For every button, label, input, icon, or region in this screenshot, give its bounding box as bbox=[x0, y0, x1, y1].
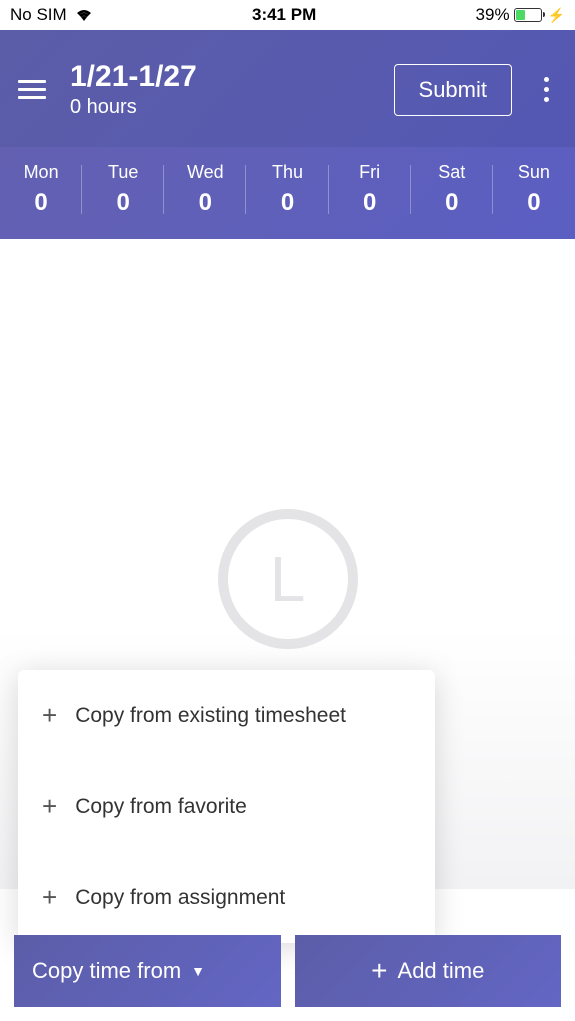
chevron-down-icon: ▼ bbox=[191, 963, 205, 979]
day-name: Sun bbox=[493, 162, 575, 183]
popup-item-label: Copy from assignment bbox=[75, 886, 285, 910]
popup-item-label: Copy from existing timesheet bbox=[75, 704, 346, 728]
menu-button[interactable] bbox=[18, 80, 46, 99]
copy-from-existing[interactable]: + Copy from existing timesheet bbox=[18, 670, 435, 761]
status-bar: No SIM 3:41 PM 39% ⚡ bbox=[0, 0, 575, 30]
plus-icon: + bbox=[371, 955, 387, 987]
plus-icon: + bbox=[42, 700, 57, 731]
day-name: Tue bbox=[82, 162, 164, 183]
plus-icon: + bbox=[42, 882, 57, 913]
copy-time-label: Copy time from bbox=[32, 958, 181, 984]
day-name: Mon bbox=[0, 162, 82, 183]
status-time: 3:41 PM bbox=[252, 5, 316, 25]
add-time-button[interactable]: + Add time bbox=[295, 935, 562, 1007]
battery-icon bbox=[514, 8, 542, 22]
day-wed[interactable]: Wed 0 bbox=[164, 162, 246, 217]
status-right: 39% ⚡ bbox=[476, 5, 565, 25]
add-time-label: Add time bbox=[398, 958, 485, 984]
empty-icon-letter: L bbox=[270, 542, 306, 616]
battery-percentage: 39% bbox=[476, 5, 510, 25]
total-hours: 0 hours bbox=[70, 96, 370, 119]
day-mon[interactable]: Mon 0 bbox=[0, 162, 82, 217]
days-bar: Mon 0 Tue 0 Wed 0 Thu 0 Fri 0 Sat 0 Sun … bbox=[0, 147, 575, 239]
day-name: Sat bbox=[411, 162, 493, 183]
day-sun[interactable]: Sun 0 bbox=[493, 162, 575, 217]
day-value: 0 bbox=[411, 189, 493, 217]
header-title-wrap: 1/21-1/27 0 hours bbox=[70, 60, 370, 119]
popup-item-label: Copy from favorite bbox=[75, 795, 247, 819]
day-value: 0 bbox=[329, 189, 411, 217]
day-value: 0 bbox=[82, 189, 164, 217]
status-left: No SIM bbox=[10, 5, 93, 25]
plus-icon: + bbox=[42, 791, 57, 822]
charging-icon: ⚡ bbox=[548, 7, 565, 24]
sim-status: No SIM bbox=[10, 5, 67, 25]
day-value: 0 bbox=[246, 189, 328, 217]
day-name: Thu bbox=[246, 162, 328, 183]
day-sat[interactable]: Sat 0 bbox=[411, 162, 493, 217]
date-range-title: 1/21-1/27 bbox=[70, 60, 370, 94]
day-thu[interactable]: Thu 0 bbox=[246, 162, 328, 217]
bottom-bar: Copy time from ▼ + Add time bbox=[0, 935, 575, 1021]
day-value: 0 bbox=[493, 189, 575, 217]
copy-from-assignment[interactable]: + Copy from assignment bbox=[18, 852, 435, 943]
more-button[interactable] bbox=[536, 69, 557, 110]
empty-state-clock-icon: L bbox=[218, 509, 358, 649]
day-tue[interactable]: Tue 0 bbox=[82, 162, 164, 217]
copy-time-popup: + Copy from existing timesheet + Copy fr… bbox=[18, 670, 435, 943]
submit-button[interactable]: Submit bbox=[394, 64, 512, 116]
copy-from-favorite[interactable]: + Copy from favorite bbox=[18, 761, 435, 852]
day-value: 0 bbox=[0, 189, 82, 217]
day-fri[interactable]: Fri 0 bbox=[329, 162, 411, 217]
copy-time-from-button[interactable]: Copy time from ▼ bbox=[14, 935, 281, 1007]
wifi-icon bbox=[75, 8, 93, 22]
day-name: Wed bbox=[164, 162, 246, 183]
day-value: 0 bbox=[164, 189, 246, 217]
day-name: Fri bbox=[329, 162, 411, 183]
app-header: 1/21-1/27 0 hours Submit bbox=[0, 30, 575, 147]
